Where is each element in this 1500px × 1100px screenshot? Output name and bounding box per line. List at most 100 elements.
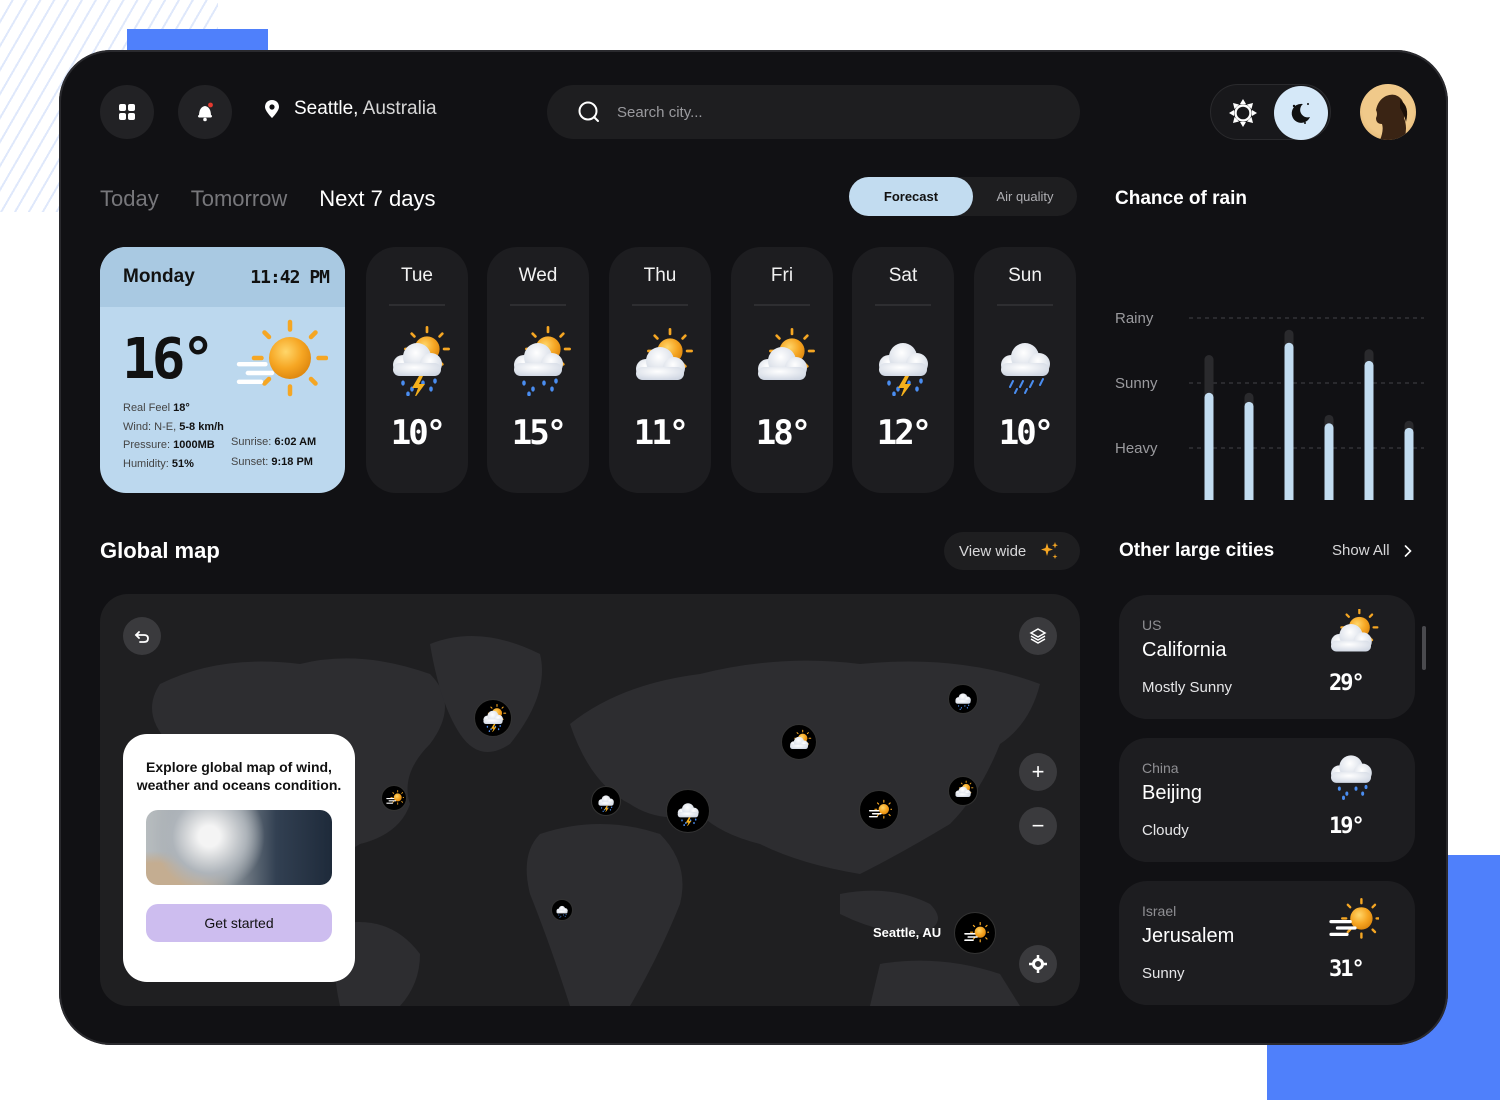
city-country: Israel (1142, 903, 1177, 919)
cloud-thunder-rain-icon (598, 795, 614, 812)
city-card-california[interactable]: US California Mostly Sunny 29° (1119, 595, 1415, 719)
divider (510, 304, 566, 306)
forecast-card-fri[interactable]: Fri 18° (731, 247, 833, 493)
get-started-button[interactable]: Get started (146, 904, 332, 942)
forecast-day: Sun (1008, 265, 1042, 286)
wind-info: Wind: N-E, 5-8 km/h (123, 421, 224, 433)
cloud-heavy-rain-icon (1001, 343, 1050, 394)
cities-scrollbar[interactable] (1422, 626, 1426, 670)
rain-chance-bar (1244, 401, 1254, 500)
rain-chance-bar (1284, 342, 1294, 500)
map-pin-current-location[interactable] (954, 912, 996, 954)
forecast-card-sat[interactable]: Sat 12° (852, 247, 954, 493)
forecast-day: Thu (643, 265, 677, 286)
cloud-thunder-rain-icon (677, 803, 699, 826)
user-avatar[interactable] (1360, 84, 1416, 140)
crosshair-icon (1029, 955, 1047, 973)
weather-dashboard: Seattle, Australia Today (59, 50, 1448, 1045)
theme-toggle[interactable] (1210, 84, 1331, 140)
forecast-day: Tue (400, 265, 434, 286)
sun-wind-icon (964, 921, 989, 943)
forecast-card-wed[interactable]: Wed 15° (487, 247, 589, 493)
notification-dot (208, 102, 213, 108)
promo-text: Explore global map of wind, weather and … (136, 759, 342, 793)
day-range-tabs: Today Tomorrow Next 7 days (100, 186, 435, 212)
map-pin[interactable] (381, 785, 407, 811)
sun-cloud-icon (636, 328, 693, 380)
search-input[interactable] (617, 103, 1017, 121)
my-location-button[interactable] (1019, 945, 1057, 983)
sun-wind-icon (228, 317, 328, 407)
today-temperature: 16° (122, 327, 215, 392)
divider (875, 304, 931, 306)
current-location[interactable]: Seattle, Australia (264, 98, 437, 120)
sun-cloud-rain-icon (514, 326, 571, 397)
forecast-card-sun[interactable]: Sun 10° (974, 247, 1076, 493)
grid-icon (119, 104, 135, 120)
map-pin[interactable] (666, 789, 710, 833)
city-temp: 19° (1329, 814, 1365, 839)
map-pin[interactable] (591, 786, 621, 816)
sun-wind-icon (1329, 898, 1379, 939)
map-pin[interactable] (859, 790, 899, 830)
sun-cloud-icon (955, 780, 974, 797)
light-mode-button[interactable] (1223, 93, 1263, 133)
today-card-header: Monday 11:42 PM (100, 247, 345, 307)
forecast-card-thu[interactable]: Thu 11° (609, 247, 711, 493)
notifications-button[interactable] (178, 85, 232, 139)
air-quality-tab[interactable]: Air quality (973, 177, 1077, 216)
today-day: Monday (123, 266, 195, 287)
sun-cloud-icon (1331, 609, 1379, 652)
forecast-temp: 10° (998, 413, 1054, 453)
search-bar[interactable] (547, 85, 1080, 139)
forecast-temp: 10° (390, 413, 446, 453)
forecast-card-tue[interactable]: Tue 10° (366, 247, 468, 493)
map-pin[interactable] (474, 699, 512, 737)
y-tick-label: Sunny (1115, 375, 1158, 392)
show-all-link[interactable]: Show All (1332, 542, 1412, 559)
map-back-button[interactable] (123, 617, 161, 655)
chevron-right-icon (1404, 544, 1412, 557)
divider (997, 304, 1053, 306)
global-map-title: Global map (100, 538, 220, 563)
zoom-in-button[interactable]: + (1019, 753, 1057, 791)
hurricane-satellite-image (146, 810, 332, 885)
map-pin[interactable] (551, 899, 573, 921)
forecast-tab[interactable]: Forecast (849, 177, 973, 216)
profile-portrait (1376, 94, 1408, 140)
forecast-air-quality-toggle: Forecast Air quality (849, 177, 1077, 216)
city-card-beijing[interactable]: China Beijing Cloudy 19° (1119, 738, 1415, 862)
tab-tomorrow[interactable]: Tomorrow (191, 186, 288, 212)
sun-outline-icon (1229, 99, 1257, 127)
cities-title: Other large cities (1119, 540, 1275, 561)
zoom-out-button[interactable]: − (1019, 807, 1057, 845)
sun-cloud-icon (790, 729, 812, 750)
city-name: Beijing (1142, 782, 1203, 804)
sunrise-info: Sunrise: 6:02 AM (231, 436, 317, 448)
sun-wind-icon (386, 790, 404, 805)
sun-cloud-thunder-rain-icon (393, 326, 450, 399)
today-weather-card[interactable]: Monday 11:42 PM 16° Real Feel 18° Wind: … (100, 247, 345, 493)
sun-cloud-thunder-rain-icon (483, 704, 507, 732)
view-wide-button[interactable]: View wide (944, 532, 1080, 570)
city-condition: Cloudy (1142, 822, 1189, 839)
tab-today[interactable]: Today (100, 186, 159, 212)
city-name: Jerusalem (1142, 925, 1235, 947)
apps-menu-button[interactable] (100, 85, 154, 139)
pressure-info: Pressure: 1000MB (123, 439, 215, 451)
minus-icon: − (1031, 813, 1045, 838)
sunset-info: Sunset: 9:18 PM (231, 456, 313, 468)
rain-chance-bar (1404, 427, 1414, 500)
city-temp: 29° (1329, 671, 1365, 696)
map-layers-button[interactable] (1019, 617, 1057, 655)
tab-next-7-days[interactable]: Next 7 days (319, 186, 435, 212)
global-map[interactable]: + − Seattle, AU Explore global map of wi… (100, 594, 1080, 1006)
search-icon (578, 101, 599, 122)
map-pin[interactable] (781, 724, 817, 760)
dark-mode-button[interactable] (1274, 86, 1328, 140)
map-pin[interactable] (948, 684, 978, 714)
map-pin[interactable] (948, 776, 978, 806)
today-time: 11:42 PM (250, 266, 330, 288)
explore-map-card: Explore global map of wind, weather and … (123, 734, 355, 982)
city-card-jerusalem[interactable]: Israel Jerusalem Sunny 31° (1119, 881, 1415, 1005)
